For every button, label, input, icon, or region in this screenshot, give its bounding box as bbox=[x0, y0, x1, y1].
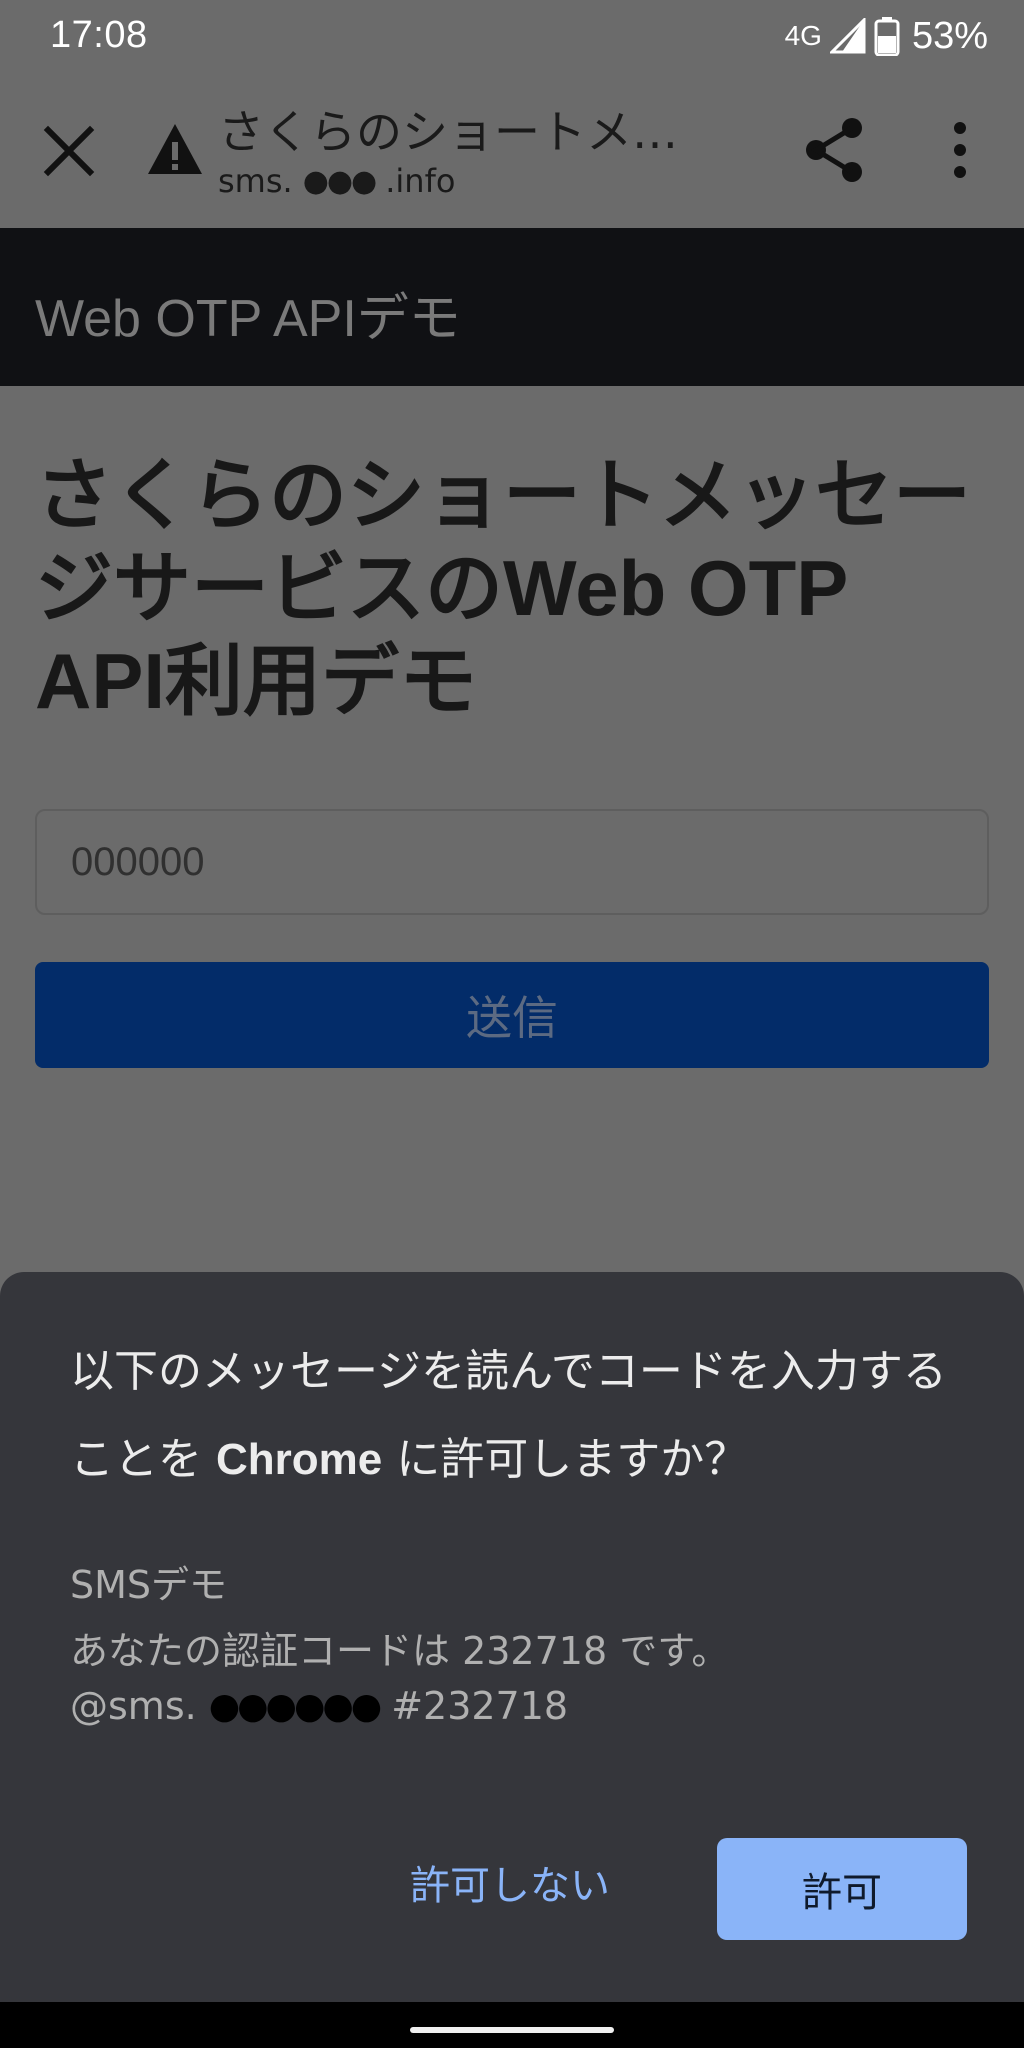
nav-bar bbox=[0, 2002, 1024, 2048]
signal-icon bbox=[829, 18, 866, 54]
network-type: 4G bbox=[784, 20, 822, 51]
status-time: 17:08 bbox=[50, 14, 148, 56]
sms-permission-sheet: 以下のメッセージを読んでコードを入力することを Chrome に許可しますか？ … bbox=[0, 1272, 1024, 2002]
origin-prefix: @sms. bbox=[70, 1684, 197, 1728]
allow-button[interactable]: 許可 bbox=[717, 1838, 967, 1940]
page-header-title: Web OTP APIデモ bbox=[35, 290, 461, 348]
home-handle[interactable] bbox=[410, 2027, 614, 2033]
url-prefix: sms. bbox=[218, 162, 293, 200]
status-bar: 17:08 4G 53% bbox=[0, 0, 1024, 72]
otp-input[interactable] bbox=[35, 809, 989, 915]
question-part-2: に許可しますか？ bbox=[382, 1434, 749, 1485]
sms-origin: @sms. ●●●●●● #232718 bbox=[70, 1684, 568, 1728]
battery-percent: 53% bbox=[911, 14, 988, 57]
origin-masked: ●●●●●● bbox=[208, 1685, 382, 1727]
status-icons: 4G 53% bbox=[785, 14, 988, 58]
heading-part-3: 利用デモ bbox=[165, 637, 478, 727]
share-icon[interactable] bbox=[800, 114, 872, 186]
page-url[interactable]: sms. ●●● .info bbox=[218, 162, 455, 200]
sms-body: あなたの認証コードは 232718 です。 bbox=[70, 1629, 730, 1673]
submit-button[interactable]: 送信 bbox=[35, 962, 989, 1068]
browser-toolbar: さくらのショートメッセージサービスのWeb OTP API利用デモ sms. ●… bbox=[0, 72, 1024, 228]
question-app-name: Chrome bbox=[216, 1435, 383, 1484]
url-masked: ●●● bbox=[302, 163, 378, 199]
close-icon[interactable] bbox=[38, 120, 100, 182]
deny-button[interactable]: 許可しない bbox=[390, 1842, 630, 1922]
page-title[interactable]: さくらのショートメッセージサービスのWeb OTP API利用デモ bbox=[218, 96, 718, 162]
page-header: Web OTP APIデモ bbox=[0, 228, 1024, 386]
origin-code: #232718 bbox=[391, 1684, 569, 1728]
url-suffix: .info bbox=[385, 162, 456, 200]
sms-sender: SMSデモ bbox=[70, 1563, 228, 1607]
permission-question: 以下のメッセージを読んでコードを入力することを Chrome に許可しますか？ bbox=[70, 1328, 970, 1504]
more-vert-icon[interactable] bbox=[940, 114, 980, 186]
main-heading: さくらのショートメッセージサービスのWeb OTP API利用デモ bbox=[35, 450, 995, 728]
warning-icon[interactable] bbox=[146, 120, 204, 178]
battery-icon bbox=[874, 17, 900, 56]
